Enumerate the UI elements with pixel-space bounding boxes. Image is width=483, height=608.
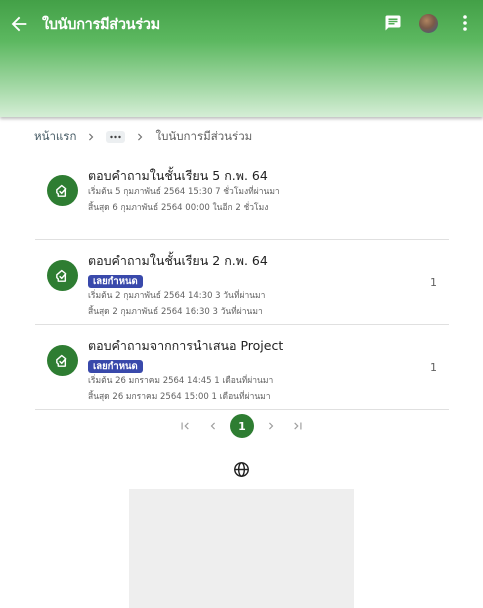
overdue-badge: เลยกำหนด bbox=[88, 360, 143, 373]
user-avatar[interactable] bbox=[419, 14, 438, 33]
hand-raise-icon bbox=[47, 175, 78, 206]
item-start: เริ่มต้น 5 กุมภาพันธ์ 2564 15:30 7 ชั่วโ… bbox=[88, 187, 280, 197]
item-title: ตอบคำถามในชั้นเรียน 2 ก.พ. 64 bbox=[88, 253, 268, 268]
ad-placeholder bbox=[129, 489, 354, 608]
list-item-text: ตอบคำถามจากการนำเสนอ Project เลยกำหนด เร… bbox=[88, 338, 418, 405]
more-vert-icon[interactable] bbox=[459, 14, 471, 32]
item-title: ตอบคำถามจากการนำเสนอ Project bbox=[88, 338, 284, 353]
list-item-text: ตอบคำถามในชั้นเรียน 5 ก.พ. 64 เริ่มต้น 5… bbox=[88, 168, 418, 216]
next-page-icon[interactable] bbox=[262, 416, 280, 436]
breadcrumb-home[interactable]: หน้าแรก bbox=[34, 128, 76, 146]
current-page-button[interactable]: 1 bbox=[230, 414, 254, 438]
pagination: 1 bbox=[176, 414, 306, 438]
hand-raise-icon bbox=[47, 260, 78, 291]
item-start: เริ่มต้น 26 มกราคม 2564 14:45 1 เดือนที่… bbox=[88, 376, 274, 386]
list-item[interactable]: ตอบคำถามในชั้นเรียน 5 ก.พ. 64 เริ่มต้น 5… bbox=[35, 155, 449, 240]
chevron-right-icon bbox=[138, 133, 143, 141]
item-title: ตอบคำถามในชั้นเรียน 5 ก.พ. 64 bbox=[88, 168, 268, 183]
list-item[interactable]: ตอบคำถามในชั้นเรียน 2 ก.พ. 64 เลยกำหนด เ… bbox=[35, 240, 449, 325]
item-count: 1 bbox=[430, 361, 437, 374]
more-horiz-icon bbox=[110, 135, 122, 139]
breadcrumb-ellipsis-button[interactable] bbox=[106, 131, 126, 143]
list-item[interactable]: ตอบคำถามจากการนำเสนอ Project เลยกำหนด เร… bbox=[35, 325, 449, 410]
item-count: 1 bbox=[430, 276, 437, 289]
chat-icon[interactable] bbox=[384, 14, 402, 32]
item-start: เริ่มต้น 2 กุมภาพันธ์ 2564 14:30 3 วันที… bbox=[88, 291, 266, 301]
first-page-icon[interactable] bbox=[176, 416, 194, 436]
breadcrumb: หน้าแรก ใบนับการมีส่วนร่วม bbox=[34, 128, 252, 146]
page-title: ใบนับการมีส่วนร่วม bbox=[42, 17, 160, 33]
participation-list: ตอบคำถามในชั้นเรียน 5 ก.พ. 64 เริ่มต้น 5… bbox=[35, 155, 449, 410]
globe-icon[interactable] bbox=[233, 461, 250, 478]
breadcrumb-current: ใบนับการมีส่วนร่วม bbox=[155, 129, 253, 143]
item-end: สิ้นสุด 6 กุมภาพันธ์ 2564 00:00 ในอีก 2 … bbox=[88, 203, 269, 213]
back-arrow-icon[interactable] bbox=[8, 13, 30, 35]
list-item-text: ตอบคำถามในชั้นเรียน 2 ก.พ. 64 เลยกำหนด เ… bbox=[88, 253, 418, 320]
prev-page-icon[interactable] bbox=[204, 416, 222, 436]
hand-raise-icon bbox=[47, 345, 78, 376]
item-end: สิ้นสุด 26 มกราคม 2564 15:00 1 เดือนที่ผ… bbox=[88, 392, 271, 402]
app-bar: ใบนับการมีส่วนร่วม bbox=[0, 0, 483, 117]
overdue-badge: เลยกำหนด bbox=[88, 275, 143, 288]
item-end: สิ้นสุด 2 กุมภาพันธ์ 2564 16:30 3 วันที่… bbox=[88, 307, 263, 317]
chevron-right-icon bbox=[89, 133, 94, 141]
last-page-icon[interactable] bbox=[289, 416, 307, 436]
